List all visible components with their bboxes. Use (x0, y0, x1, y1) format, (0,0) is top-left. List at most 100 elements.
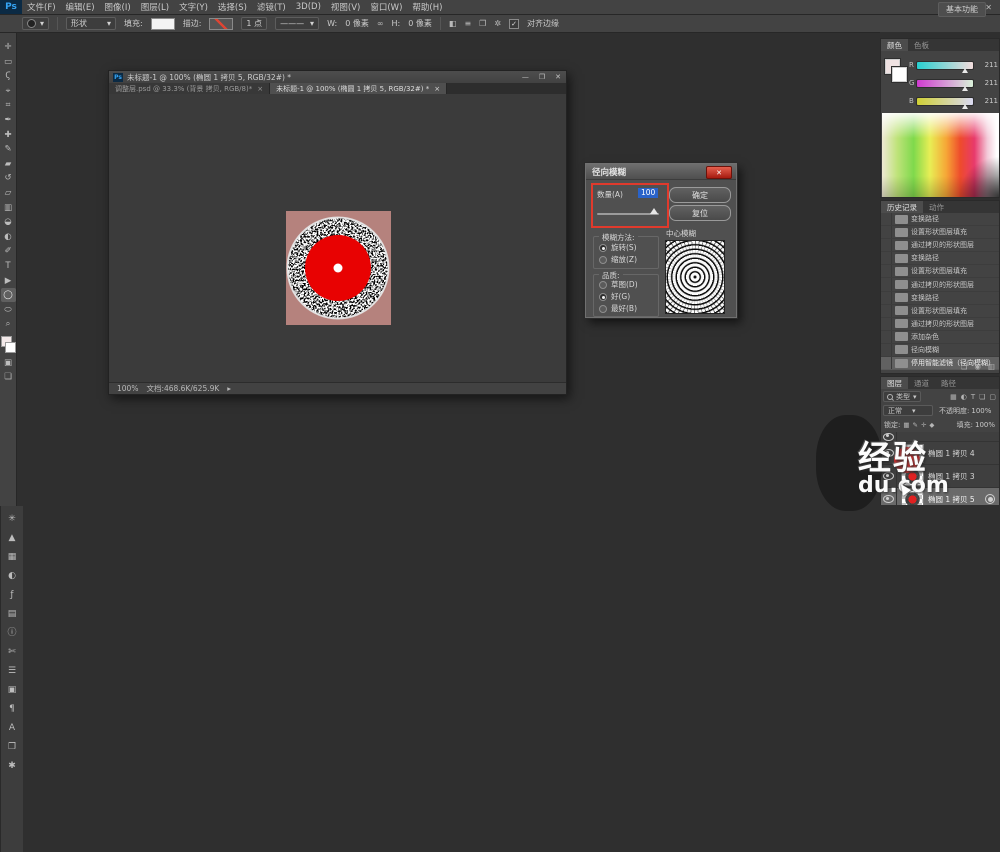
filter-adjustment-icon[interactable]: ◐ (961, 393, 967, 401)
tab-untitled-1[interactable]: 未标题-1 @ 100% (椭圆 1 拷贝 5, RGB/32#) * × (270, 83, 447, 94)
workspace-switcher[interactable]: 基本功能 (938, 2, 986, 17)
close-icon[interactable]: ✕ (555, 73, 561, 81)
new-snapshot-icon[interactable]: ◉ (974, 362, 981, 371)
swatches-panel-icon[interactable]: ▦ (8, 552, 17, 562)
history-item[interactable]: 设置形状图层填充 (881, 305, 999, 318)
tab-color[interactable]: 颜色 (881, 39, 908, 51)
quality-draft-option[interactable]: 草图(D) (599, 279, 638, 290)
history-brush-tool-icon[interactable]: ↺ (1, 171, 16, 185)
path-alignment-icon[interactable]: ≡ (464, 19, 471, 28)
ellipse-tool-icon[interactable]: ◯ (1, 288, 16, 302)
info-panel-icon[interactable]: ⓘ (7, 628, 16, 638)
align-edges-checkbox[interactable]: ✓ (509, 19, 519, 29)
history-item[interactable]: 径向模糊 (881, 344, 999, 357)
visibility-toggle[interactable] (881, 442, 897, 464)
quality-best-option[interactable]: 最好(B) (599, 303, 637, 314)
marquee-tool-icon[interactable]: ▭ (1, 55, 16, 69)
path-operations-icon[interactable]: ◧ (449, 19, 457, 28)
quick-mask-icon[interactable]: ▣ (1, 356, 16, 370)
layer-thumbnail[interactable] (901, 444, 924, 463)
menu-layer[interactable]: 图层(L) (136, 1, 174, 13)
height-value[interactable]: 0 像素 (408, 18, 432, 29)
panel-color-swatches[interactable] (885, 59, 907, 83)
tab-channels[interactable]: 通道 (908, 377, 935, 389)
history-source-checkbox[interactable] (881, 252, 892, 264)
quality-good-option[interactable]: 好(G) (599, 291, 630, 302)
history-item[interactable]: 变换路径 (881, 252, 999, 265)
crop-tool-icon[interactable]: ⌗ (1, 98, 16, 112)
dodge-tool-icon[interactable]: ◐ (1, 230, 16, 244)
delete-state-icon[interactable]: ▥ (988, 362, 995, 371)
masks-panel-icon[interactable]: ◐ (8, 571, 16, 581)
stroke-swatch[interactable] (209, 18, 233, 30)
tab-history[interactable]: 历史记录 (881, 201, 923, 213)
tab-actions[interactable]: 动作 (923, 201, 950, 213)
layer-name[interactable]: 椭圆 1 拷贝 4 (928, 448, 975, 459)
layer-filter-select[interactable]: 类型 ▾ (883, 391, 921, 402)
color-panel-icon[interactable]: ▣ (8, 685, 17, 695)
healing-brush-tool-icon[interactable]: ✚ (1, 128, 16, 142)
tool-preset-picker[interactable]: ▾ (22, 17, 49, 30)
reset-button[interactable]: 复位 (669, 205, 731, 221)
layer-row[interactable]: 椭圆 1 拷贝 4 (881, 442, 999, 465)
blend-mode-select[interactable]: 正常 ▾ (883, 405, 933, 416)
method-spin-option[interactable]: 旋转(S) (599, 242, 637, 253)
close-icon[interactable]: ✕ (985, 3, 992, 12)
ok-button[interactable]: 确定 (669, 187, 731, 203)
character-panel-icon[interactable]: ☰ (8, 666, 16, 676)
green-value[interactable]: 211 (978, 79, 998, 87)
history-source-checkbox[interactable] (881, 305, 892, 317)
red-slider[interactable] (916, 61, 974, 70)
menu-image[interactable]: 图像(I) (100, 1, 136, 13)
menu-filter[interactable]: 滤镜(T) (252, 1, 291, 13)
lasso-tool-icon[interactable]: Ϛ (1, 69, 16, 83)
blue-slider[interactable] (916, 97, 974, 106)
layer-name[interactable]: 椭圆 1 拷贝 3 (928, 471, 975, 482)
width-value[interactable]: 0 像素 (345, 18, 369, 29)
menu-help[interactable]: 帮助(H) (407, 1, 447, 13)
draw-mode-select[interactable]: 形状 ▾ (66, 17, 116, 30)
properties-panel-icon[interactable]: ✱ (8, 761, 16, 771)
tab-paths[interactable]: 路径 (935, 377, 962, 389)
navigator-panel-icon[interactable]: ❐ (8, 742, 16, 752)
blue-value[interactable]: 211 (978, 97, 998, 105)
zoom-tool-icon[interactable]: ⌕ (1, 317, 16, 331)
minimize-icon[interactable]: — (522, 73, 529, 81)
zoom-level[interactable]: 100% (117, 384, 138, 393)
color-spectrum-ramp[interactable] (882, 113, 999, 197)
lock-pixels-icon[interactable]: ✎ (913, 421, 918, 429)
pen-tool-icon[interactable]: ✐ (1, 244, 16, 258)
filter-type-icon[interactable]: T (971, 393, 975, 401)
layer-name[interactable]: 椭圆 1 拷贝 5 (928, 494, 975, 505)
tab-swatches[interactable]: 色板 (908, 39, 935, 51)
background-color-swatch[interactable] (5, 342, 16, 353)
history-item[interactable]: 变换路径 (881, 213, 999, 226)
fill-swatch[interactable] (151, 18, 175, 30)
filter-shape-icon[interactable]: ❏ (979, 393, 985, 401)
path-arrangement-icon[interactable]: ❐ (479, 19, 486, 28)
history-item[interactable]: 变换路径 (881, 292, 999, 305)
eyedropper-tool-icon[interactable]: ✒ (1, 113, 16, 127)
status-flyout-icon[interactable]: ▸ (227, 384, 231, 393)
green-slider[interactable] (916, 79, 974, 88)
slider-thumb[interactable] (962, 104, 968, 109)
paragraph-panel-icon[interactable]: ¶ (9, 704, 15, 714)
slider-thumb[interactable] (962, 68, 968, 73)
opacity-value[interactable]: 100% (971, 407, 991, 415)
tab-close-icon[interactable]: × (434, 85, 440, 93)
history-source-checkbox[interactable] (881, 344, 892, 356)
hand-tool-icon[interactable]: ⬭ (1, 303, 16, 317)
smart-filter-icon[interactable] (985, 494, 995, 504)
screen-mode-icon[interactable]: ❏ (1, 370, 16, 384)
history-source-checkbox[interactable] (881, 213, 892, 225)
history-source-checkbox[interactable] (881, 357, 892, 369)
menu-window[interactable]: 窗口(W) (365, 1, 407, 13)
blur-tool-icon[interactable]: ◒ (1, 215, 16, 229)
menu-file[interactable]: 文件(F) (22, 1, 61, 13)
path-select-tool-icon[interactable]: ▶ (1, 274, 16, 288)
slider-thumb[interactable] (962, 86, 968, 91)
paragraph-styles-panel-icon[interactable]: ƒ (10, 590, 13, 600)
lock-position-icon[interactable]: ✛ (921, 421, 926, 429)
history-source-checkbox[interactable] (881, 278, 892, 290)
lock-all-icon[interactable]: ◆ (929, 421, 934, 429)
